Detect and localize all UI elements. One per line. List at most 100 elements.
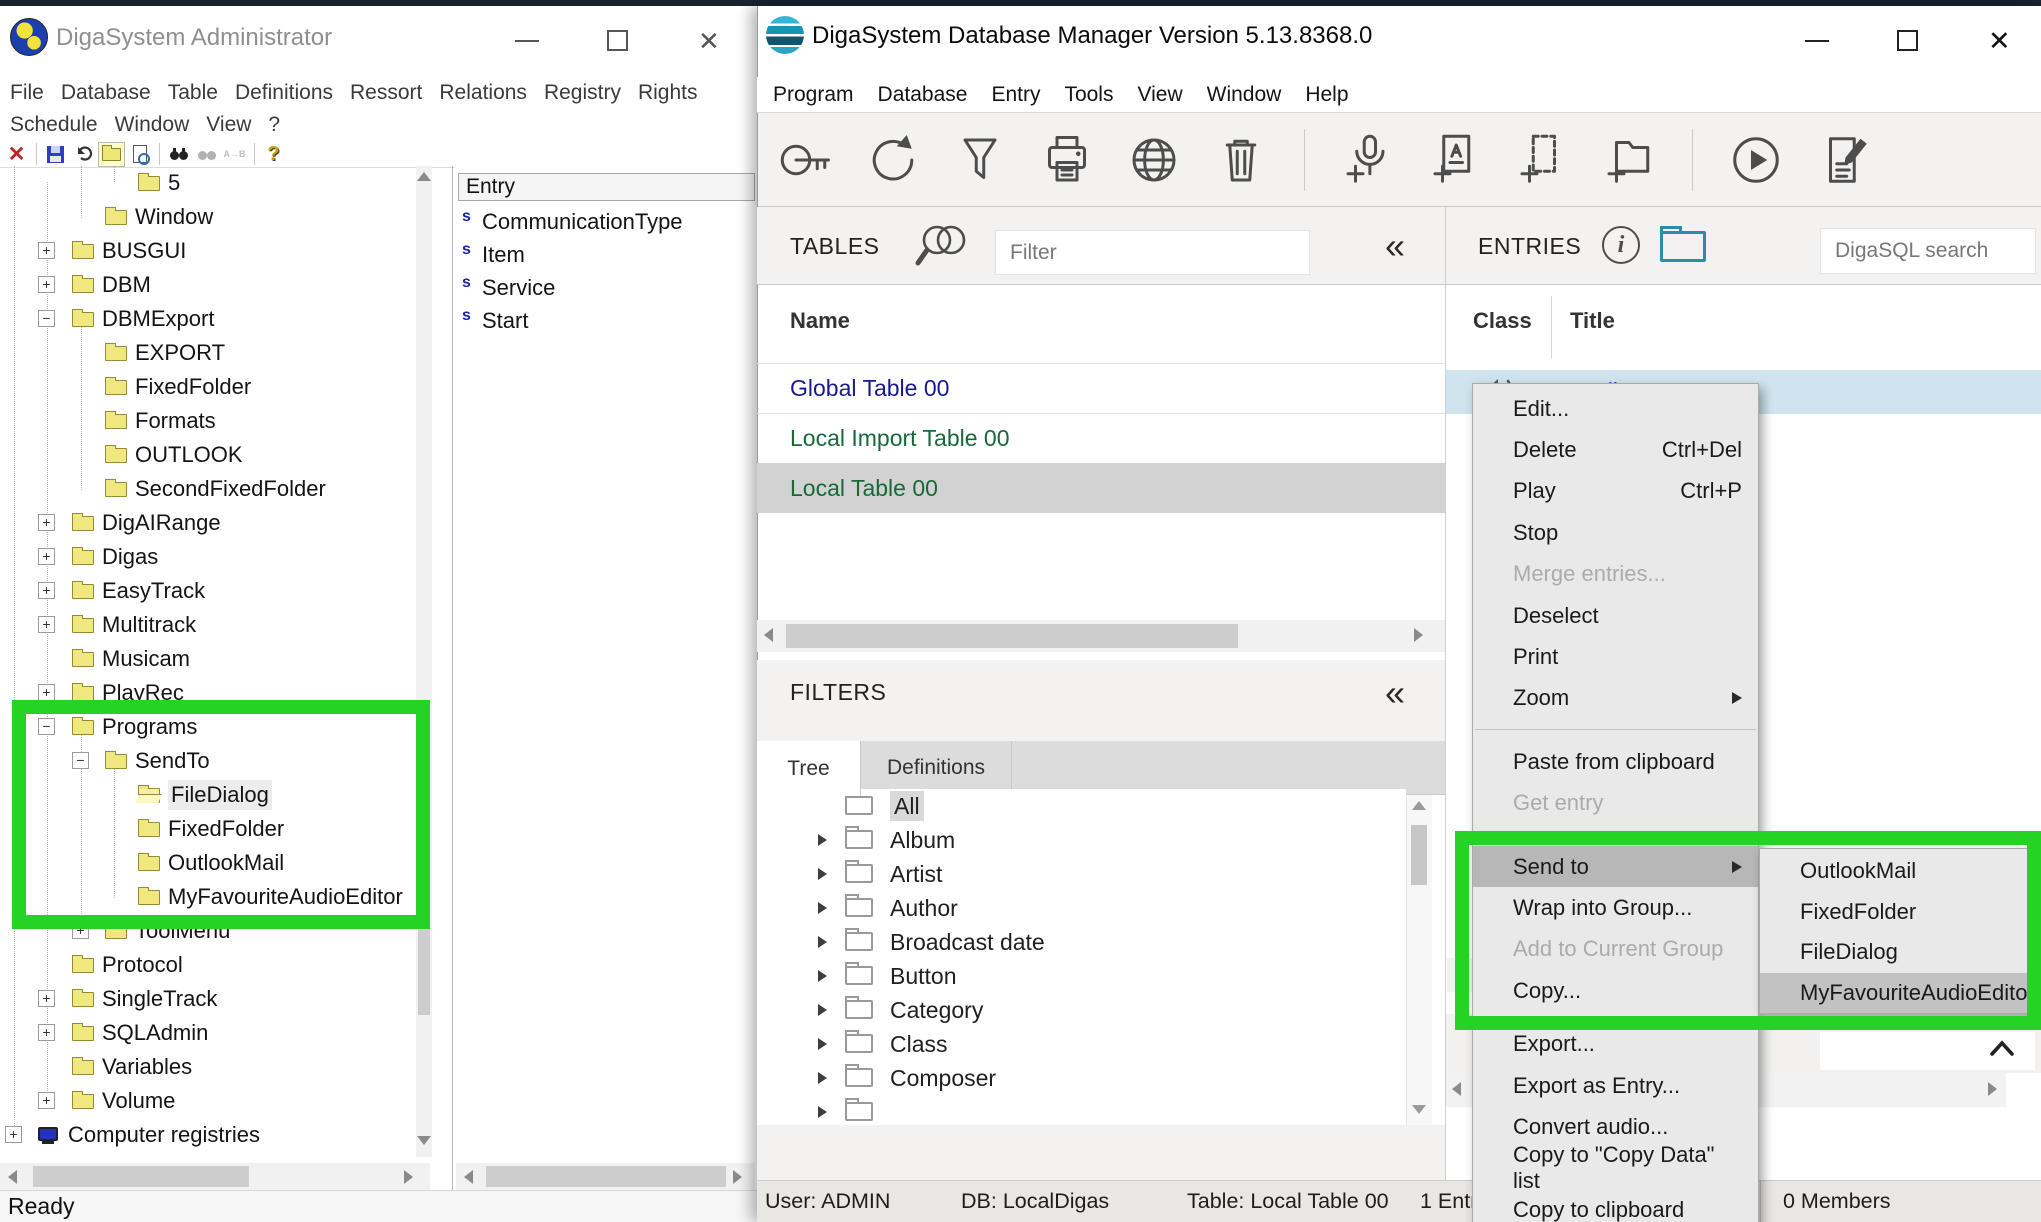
- expand-triangle-icon[interactable]: [818, 970, 827, 982]
- tree-item-protocol[interactable]: Protocol: [0, 948, 416, 982]
- admin-menu-relations[interactable]: Relations: [439, 81, 527, 105]
- tree-item-singletrack[interactable]: +SingleTrack: [0, 982, 416, 1016]
- add-text-entry-icon[interactable]: [1425, 130, 1485, 190]
- admin-close-button[interactable]: ✕: [698, 26, 720, 57]
- tree-item-digas[interactable]: +Digas: [0, 540, 416, 574]
- scroll-left-icon[interactable]: [8, 1170, 17, 1184]
- admin-menu-table[interactable]: Table: [168, 81, 218, 105]
- filter-node-button[interactable]: Button: [757, 959, 1406, 993]
- entries-column-class[interactable]: Class: [1473, 308, 1532, 334]
- filter-node-album[interactable]: Album: [757, 823, 1406, 857]
- open-folder-icon[interactable]: [98, 142, 125, 167]
- entry-item-start[interactable]: sStart: [456, 305, 755, 338]
- table-row-global-table-00[interactable]: Global Table 00: [757, 363, 1445, 413]
- menu-item-stop[interactable]: Stop: [1473, 512, 1758, 553]
- table-row-local-import-table-00[interactable]: Local Import Table 00: [757, 413, 1445, 463]
- tree-item-5[interactable]: 5: [0, 166, 416, 200]
- tree-item-export[interactable]: EXPORT: [0, 336, 416, 370]
- tree-toggle-expand[interactable]: +: [38, 990, 55, 1007]
- expand-triangle-icon[interactable]: [818, 834, 827, 846]
- tree-toggle-expand[interactable]: +: [38, 616, 55, 633]
- table-row-local-table-00[interactable]: Local Table 00: [757, 463, 1445, 513]
- menu-item-deselect[interactable]: Deselect: [1473, 595, 1758, 636]
- menu-item-print[interactable]: Print: [1473, 636, 1758, 677]
- digasql-search-input[interactable]: [1820, 228, 2036, 274]
- dbm-menu-database[interactable]: Database: [878, 83, 968, 107]
- entries-folder-icon[interactable]: [1660, 231, 1706, 262]
- expand-triangle-icon[interactable]: [818, 1004, 827, 1016]
- tree-toggle-expand[interactable]: +: [38, 548, 55, 565]
- tree-toggle-expand[interactable]: +: [38, 684, 55, 701]
- collapse-up-chevron-icon[interactable]: [1988, 1038, 2016, 1058]
- globe-icon[interactable]: [1124, 130, 1184, 190]
- expand-triangle-icon[interactable]: [818, 868, 827, 880]
- tree-item-fixedfolder[interactable]: FixedFolder: [0, 370, 416, 404]
- dbm-menu-tools[interactable]: Tools: [1064, 83, 1113, 107]
- tables-filter-input[interactable]: [995, 230, 1310, 275]
- add-folder-icon[interactable]: [1599, 130, 1659, 190]
- scroll-right-icon[interactable]: [404, 1170, 413, 1184]
- tab-definitions[interactable]: Definitions: [861, 741, 1012, 795]
- tree-toggle-collapse[interactable]: −: [38, 310, 55, 327]
- tree-item-digairange[interactable]: +DigAIRange: [0, 506, 416, 540]
- admin-menu-registry[interactable]: Registry: [544, 81, 621, 105]
- admin-menu-rights[interactable]: Rights: [638, 81, 698, 105]
- tables-collapse-icon[interactable]: «: [1385, 228, 1405, 264]
- expand-triangle-icon[interactable]: [818, 1038, 827, 1050]
- menu-item-merge-entries[interactable]: Merge entries...: [1473, 554, 1758, 595]
- tree-item-easytrack[interactable]: +EasyTrack: [0, 574, 416, 608]
- admin-menu-file[interactable]: File: [10, 81, 44, 105]
- scroll-down-icon[interactable]: [1412, 1105, 1426, 1114]
- delete-icon[interactable]: [1211, 130, 1271, 190]
- tree-item-dbm[interactable]: +DBM: [0, 268, 416, 302]
- scroll-right-icon[interactable]: [733, 1170, 742, 1184]
- tree-item-outlook[interactable]: OUTLOOK: [0, 438, 416, 472]
- expand-triangle-icon[interactable]: [818, 902, 827, 914]
- filter-node-broadcast-date[interactable]: Broadcast date: [757, 925, 1406, 959]
- tree-item-multitrack[interactable]: +Multitrack: [0, 608, 416, 642]
- menu-item-zoom[interactable]: Zoom: [1473, 678, 1758, 719]
- info-icon[interactable]: i: [1602, 226, 1640, 264]
- menu-item-get-entry[interactable]: Get entry: [1473, 783, 1758, 824]
- find-icon[interactable]: [165, 142, 192, 167]
- tree-item-volume[interactable]: +Volume: [0, 1084, 416, 1118]
- tree-item-secondfixedfolder[interactable]: SecondFixedFolder: [0, 472, 416, 506]
- filter-node-partial[interactable]: [757, 1095, 1406, 1125]
- replace-icon[interactable]: A→B: [221, 142, 248, 167]
- scroll-right-icon[interactable]: [1414, 628, 1423, 642]
- filter-node-category[interactable]: Category: [757, 993, 1406, 1027]
- tree-toggle-expand[interactable]: +: [38, 582, 55, 599]
- menu-item-copy-to-copy-data-list[interactable]: Copy to "Copy Data" list: [1473, 1148, 1758, 1189]
- add-audio-icon[interactable]: [1338, 130, 1398, 190]
- admin-menu-definitions[interactable]: Definitions: [235, 81, 333, 105]
- dbm-close-button[interactable]: ✕: [1988, 26, 2011, 57]
- find-next-icon[interactable]: [193, 142, 220, 167]
- dbm-maximize-button[interactable]: [1897, 30, 1918, 51]
- tree-item-busgui[interactable]: +BUSGUI: [0, 234, 416, 268]
- tree-item-musicam[interactable]: Musicam: [0, 642, 416, 676]
- menu-item-delete[interactable]: DeleteCtrl+Del: [1473, 429, 1758, 470]
- tree-toggle-expand[interactable]: +: [38, 1092, 55, 1109]
- tables-hscroll-thumb[interactable]: [786, 624, 1238, 648]
- refresh-icon[interactable]: [863, 130, 923, 190]
- tables-column-name[interactable]: Name: [790, 308, 850, 334]
- menu-item-paste-from-clipboard[interactable]: Paste from clipboard: [1473, 741, 1758, 782]
- tree-item-formats[interactable]: Formats: [0, 404, 416, 438]
- tree-item-computer-registries[interactable]: +Computer registries: [0, 1118, 416, 1152]
- admin-menu-schedule[interactable]: Schedule: [10, 113, 98, 137]
- admin-maximize-button[interactable]: [607, 30, 628, 51]
- entry-hscroll-thumb[interactable]: [486, 1166, 726, 1187]
- print-icon[interactable]: [1037, 130, 1097, 190]
- scroll-up-icon[interactable]: [417, 172, 431, 181]
- help-icon[interactable]: ?: [260, 142, 287, 167]
- tree-toggle-expand[interactable]: +: [38, 242, 55, 259]
- dbm-menu-view[interactable]: View: [1137, 83, 1182, 107]
- scroll-left-icon[interactable]: [464, 1170, 473, 1184]
- tree-item-dbmexport[interactable]: −DBMExport: [0, 302, 416, 336]
- tab-tree[interactable]: Tree: [757, 741, 861, 796]
- expand-triangle-icon[interactable]: [818, 1106, 827, 1118]
- entry-column-header[interactable]: Entry: [458, 173, 755, 201]
- scroll-left-icon[interactable]: [1452, 1082, 1461, 1096]
- filters-collapse-icon[interactable]: «: [1385, 675, 1405, 711]
- dbm-menu-window[interactable]: Window: [1207, 83, 1282, 107]
